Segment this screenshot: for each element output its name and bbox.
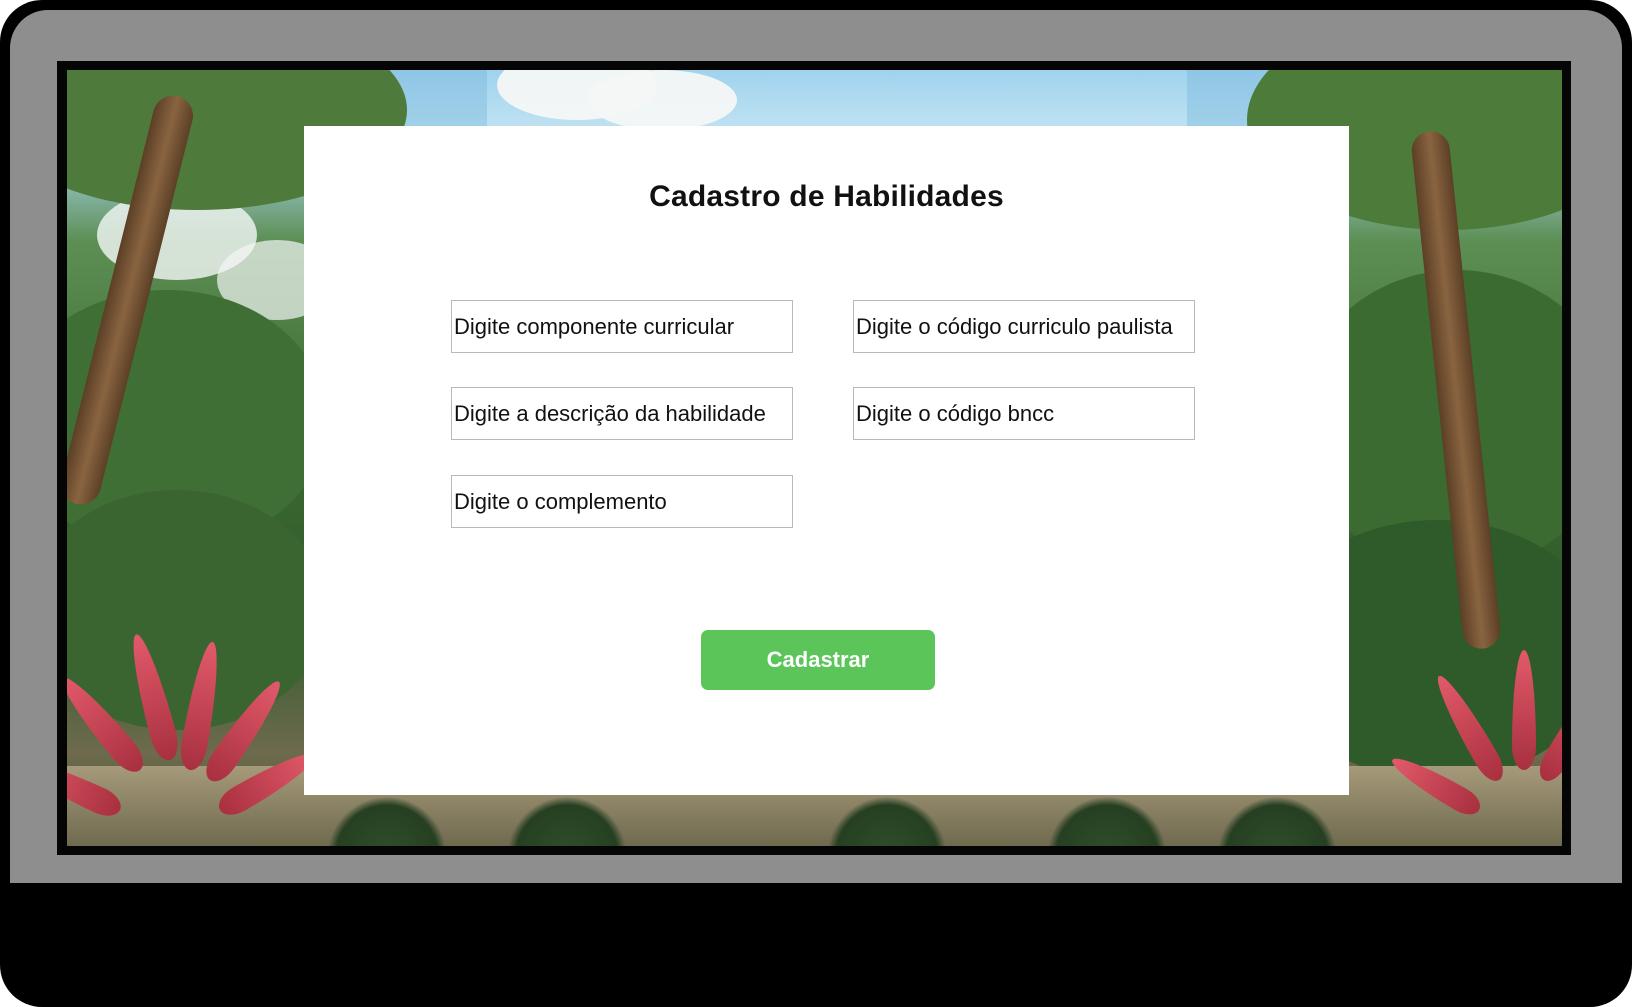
red-plant <box>67 590 322 846</box>
componente-curricular-input[interactable] <box>452 301 792 352</box>
page-title: Cadastro de Habilidades <box>649 180 1004 213</box>
descricao-habilidade-field[interactable] <box>451 387 793 440</box>
device-frame: Cadastro de Habilidades Cadastrar <box>0 0 1632 1007</box>
fern <box>327 796 447 846</box>
registration-card: Cadastro de Habilidades Cadastrar <box>304 126 1349 795</box>
componente-curricular-field[interactable] <box>451 300 793 353</box>
red-plant <box>1386 630 1562 846</box>
fern <box>507 796 627 846</box>
cloud <box>587 70 737 130</box>
codigo-curriculo-paulista-field[interactable] <box>853 300 1195 353</box>
fern <box>1047 796 1167 846</box>
descricao-habilidade-input[interactable] <box>452 388 792 439</box>
codigo-curriculo-paulista-input[interactable] <box>854 301 1194 352</box>
complemento-input[interactable] <box>452 476 792 527</box>
codigo-bncc-field[interactable] <box>853 387 1195 440</box>
codigo-bncc-input[interactable] <box>854 388 1194 439</box>
fern <box>827 796 947 846</box>
cadastrar-button[interactable]: Cadastrar <box>701 630 935 690</box>
fern <box>1217 796 1337 846</box>
complemento-field[interactable] <box>451 475 793 528</box>
